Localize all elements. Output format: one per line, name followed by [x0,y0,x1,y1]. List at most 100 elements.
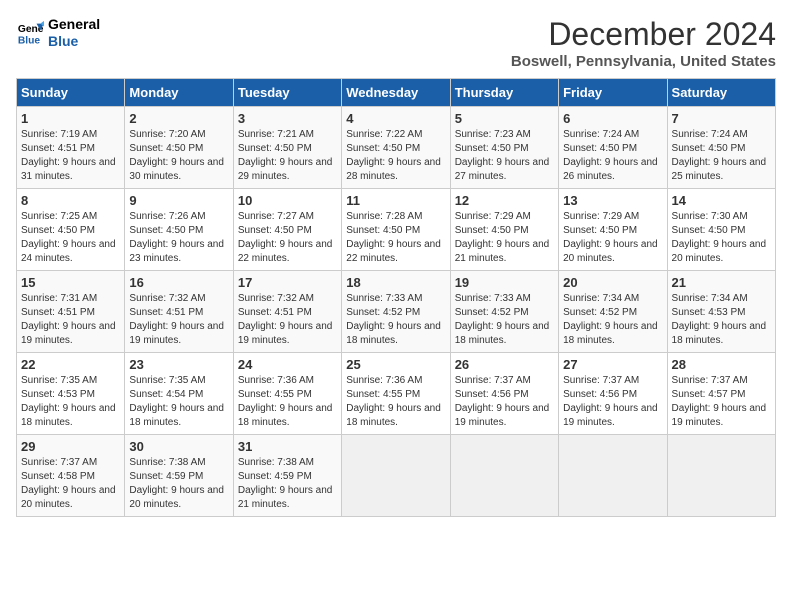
calendar-cell: 15 Sunrise: 7:31 AM Sunset: 4:51 PM Dayl… [17,271,125,353]
calendar-cell: 20 Sunrise: 7:34 AM Sunset: 4:52 PM Dayl… [559,271,667,353]
logo-name-general: General [48,16,100,33]
calendar-cell: 2 Sunrise: 7:20 AM Sunset: 4:50 PM Dayli… [125,107,233,189]
calendar-cell: 23 Sunrise: 7:35 AM Sunset: 4:54 PM Dayl… [125,353,233,435]
calendar-cell: 30 Sunrise: 7:38 AM Sunset: 4:59 PM Dayl… [125,435,233,517]
day-number: 24 [238,357,337,372]
calendar-cell: 28 Sunrise: 7:37 AM Sunset: 4:57 PM Dayl… [667,353,775,435]
calendar-cell: 5 Sunrise: 7:23 AM Sunset: 4:50 PM Dayli… [450,107,558,189]
calendar-cell: 21 Sunrise: 7:34 AM Sunset: 4:53 PM Dayl… [667,271,775,353]
day-number: 15 [21,275,120,290]
calendar-cell: 1 Sunrise: 7:19 AM Sunset: 4:51 PM Dayli… [17,107,125,189]
day-of-week-header: Thursday [450,79,558,107]
day-info: Sunrise: 7:34 AM Sunset: 4:53 PM Dayligh… [672,292,771,348]
day-number: 14 [672,193,771,208]
day-of-week-header: Friday [559,79,667,107]
calendar-cell: 9 Sunrise: 7:26 AM Sunset: 4:50 PM Dayli… [125,189,233,271]
day-info: Sunrise: 7:37 AM Sunset: 4:56 PM Dayligh… [563,374,662,430]
calendar-cell: 29 Sunrise: 7:37 AM Sunset: 4:58 PM Dayl… [17,435,125,517]
day-info: Sunrise: 7:35 AM Sunset: 4:53 PM Dayligh… [21,374,120,430]
day-info: Sunrise: 7:19 AM Sunset: 4:51 PM Dayligh… [21,128,120,184]
day-number: 8 [21,193,120,208]
day-info: Sunrise: 7:25 AM Sunset: 4:50 PM Dayligh… [21,210,120,266]
day-number: 13 [563,193,662,208]
day-info: Sunrise: 7:37 AM Sunset: 4:58 PM Dayligh… [21,456,120,512]
day-number: 12 [455,193,554,208]
day-info: Sunrise: 7:23 AM Sunset: 4:50 PM Dayligh… [455,128,554,184]
day-info: Sunrise: 7:32 AM Sunset: 4:51 PM Dayligh… [238,292,337,348]
page-header: General Blue General Blue December 2024 … [16,16,776,70]
logo: General Blue General Blue [16,16,100,50]
month-title: December 2024 [511,16,776,53]
calendar-cell [559,435,667,517]
day-info: Sunrise: 7:34 AM Sunset: 4:52 PM Dayligh… [563,292,662,348]
day-number: 6 [563,111,662,126]
calendar-cell: 27 Sunrise: 7:37 AM Sunset: 4:56 PM Dayl… [559,353,667,435]
calendar-cell: 16 Sunrise: 7:32 AM Sunset: 4:51 PM Dayl… [125,271,233,353]
day-number: 31 [238,439,337,454]
day-of-week-header: Saturday [667,79,775,107]
calendar-cell: 6 Sunrise: 7:24 AM Sunset: 4:50 PM Dayli… [559,107,667,189]
day-of-week-header: Monday [125,79,233,107]
day-number: 22 [21,357,120,372]
day-info: Sunrise: 7:20 AM Sunset: 4:50 PM Dayligh… [129,128,228,184]
day-info: Sunrise: 7:38 AM Sunset: 4:59 PM Dayligh… [129,456,228,512]
day-info: Sunrise: 7:38 AM Sunset: 4:59 PM Dayligh… [238,456,337,512]
calendar-cell: 25 Sunrise: 7:36 AM Sunset: 4:55 PM Dayl… [342,353,450,435]
day-info: Sunrise: 7:21 AM Sunset: 4:50 PM Dayligh… [238,128,337,184]
day-number: 19 [455,275,554,290]
calendar-week-row: 1 Sunrise: 7:19 AM Sunset: 4:51 PM Dayli… [17,107,776,189]
day-of-week-header: Sunday [17,79,125,107]
day-number: 21 [672,275,771,290]
svg-text:Blue: Blue [18,35,41,46]
day-of-week-header: Tuesday [233,79,341,107]
day-number: 30 [129,439,228,454]
day-number: 23 [129,357,228,372]
calendar-cell: 22 Sunrise: 7:35 AM Sunset: 4:53 PM Dayl… [17,353,125,435]
day-number: 26 [455,357,554,372]
calendar-cell: 31 Sunrise: 7:38 AM Sunset: 4:59 PM Dayl… [233,435,341,517]
day-info: Sunrise: 7:32 AM Sunset: 4:51 PM Dayligh… [129,292,228,348]
calendar-cell [450,435,558,517]
day-number: 10 [238,193,337,208]
day-number: 28 [672,357,771,372]
day-info: Sunrise: 7:33 AM Sunset: 4:52 PM Dayligh… [346,292,445,348]
day-info: Sunrise: 7:24 AM Sunset: 4:50 PM Dayligh… [563,128,662,184]
day-info: Sunrise: 7:36 AM Sunset: 4:55 PM Dayligh… [238,374,337,430]
day-info: Sunrise: 7:37 AM Sunset: 4:56 PM Dayligh… [455,374,554,430]
day-number: 16 [129,275,228,290]
day-number: 25 [346,357,445,372]
day-number: 9 [129,193,228,208]
calendar-cell [342,435,450,517]
location-title: Boswell, Pennsylvania, United States [511,53,776,70]
day-info: Sunrise: 7:29 AM Sunset: 4:50 PM Dayligh… [455,210,554,266]
day-number: 4 [346,111,445,126]
day-info: Sunrise: 7:24 AM Sunset: 4:50 PM Dayligh… [672,128,771,184]
title-area: December 2024 Boswell, Pennsylvania, Uni… [511,16,776,70]
day-of-week-header: Wednesday [342,79,450,107]
calendar-week-row: 29 Sunrise: 7:37 AM Sunset: 4:58 PM Dayl… [17,435,776,517]
day-number: 7 [672,111,771,126]
day-number: 17 [238,275,337,290]
calendar-week-row: 8 Sunrise: 7:25 AM Sunset: 4:50 PM Dayli… [17,189,776,271]
calendar-cell: 13 Sunrise: 7:29 AM Sunset: 4:50 PM Dayl… [559,189,667,271]
calendar-week-row: 15 Sunrise: 7:31 AM Sunset: 4:51 PM Dayl… [17,271,776,353]
logo-name-blue: Blue [48,33,100,50]
calendar-cell: 12 Sunrise: 7:29 AM Sunset: 4:50 PM Dayl… [450,189,558,271]
day-number: 5 [455,111,554,126]
calendar-cell: 26 Sunrise: 7:37 AM Sunset: 4:56 PM Dayl… [450,353,558,435]
calendar-cell: 19 Sunrise: 7:33 AM Sunset: 4:52 PM Dayl… [450,271,558,353]
day-number: 2 [129,111,228,126]
day-number: 27 [563,357,662,372]
calendar-cell: 10 Sunrise: 7:27 AM Sunset: 4:50 PM Dayl… [233,189,341,271]
day-info: Sunrise: 7:36 AM Sunset: 4:55 PM Dayligh… [346,374,445,430]
day-info: Sunrise: 7:28 AM Sunset: 4:50 PM Dayligh… [346,210,445,266]
day-info: Sunrise: 7:22 AM Sunset: 4:50 PM Dayligh… [346,128,445,184]
calendar-cell [667,435,775,517]
day-info: Sunrise: 7:29 AM Sunset: 4:50 PM Dayligh… [563,210,662,266]
calendar-table: SundayMondayTuesdayWednesdayThursdayFrid… [16,78,776,517]
day-info: Sunrise: 7:35 AM Sunset: 4:54 PM Dayligh… [129,374,228,430]
day-info: Sunrise: 7:37 AM Sunset: 4:57 PM Dayligh… [672,374,771,430]
day-info: Sunrise: 7:26 AM Sunset: 4:50 PM Dayligh… [129,210,228,266]
calendar-cell: 14 Sunrise: 7:30 AM Sunset: 4:50 PM Dayl… [667,189,775,271]
day-number: 1 [21,111,120,126]
